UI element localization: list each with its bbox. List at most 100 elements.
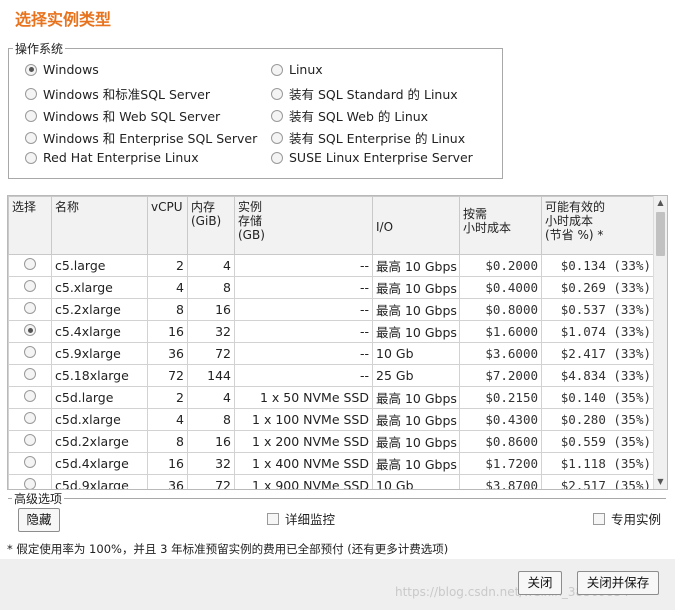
memory-value: 4 (187, 386, 235, 409)
os-option[interactable]: Windows 和 Web SQL Server (25, 106, 220, 125)
table-row[interactable]: c5.4xlarge 16 32 -- 最高 10 Gbps $1.6000 $1.074 … (8, 320, 655, 343)
table-row[interactable]: c5.9xlarge 36 72 -- 10 Gb $3.6000 $2.417 (33%) (8, 342, 655, 365)
os-radio[interactable] (271, 131, 283, 144)
row-select-cell[interactable] (8, 298, 52, 321)
dedicated-instance-checkbox[interactable] (593, 512, 605, 525)
ondemand-cost: $0.8000 (459, 298, 542, 321)
vcpu-value: 36 (147, 342, 188, 365)
row-select-cell[interactable] (8, 430, 52, 453)
row-select-radio[interactable] (24, 302, 36, 314)
col-io-header[interactable]: I/O (372, 196, 460, 255)
row-select-radio[interactable] (24, 280, 36, 292)
row-select-radio[interactable] (24, 346, 36, 358)
io-value: 10 Gb (372, 342, 460, 365)
col-name-header[interactable]: 名称 (51, 196, 148, 255)
hide-button[interactable]: 隐藏 (18, 508, 60, 532)
col-storage-header[interactable]: 实例 存储 (GB) (234, 196, 373, 255)
detailed-monitoring-option[interactable]: 详细监控 (267, 509, 335, 528)
os-option-label: 装有 SQL Enterprise 的 Linux (289, 131, 466, 146)
scroll-up-icon[interactable]: ▲ (654, 197, 667, 209)
row-select-cell[interactable] (8, 386, 52, 409)
col-select-header[interactable]: 选择 (8, 196, 52, 255)
table-row[interactable]: c5d.xlarge 4 8 1 x 100 NVMe SSD 最高 10 Gbps $0… (8, 408, 655, 431)
row-select-cell[interactable] (8, 474, 52, 489)
col-memory-header[interactable]: 内存 (GiB) (187, 196, 235, 255)
ondemand-cost: $0.4000 (459, 276, 542, 299)
row-select-radio[interactable] (24, 368, 36, 380)
col-vcpu-header[interactable]: vCPU (147, 196, 188, 255)
table-scrollbar[interactable]: ▲ ▼ (653, 196, 667, 489)
memory-value: 4 (187, 254, 235, 277)
row-select-cell[interactable] (8, 276, 52, 299)
table-row[interactable]: c5.large 2 4 -- 最高 10 Gbps $0.2000 $0.134 (33%… (8, 254, 655, 277)
vcpu-value: 36 (147, 474, 188, 489)
os-option-label: Windows 和 Enterprise SQL Server (43, 131, 258, 146)
instance-name: c5.18xlarge (51, 364, 148, 387)
row-select-radio[interactable] (24, 390, 36, 402)
os-radio[interactable] (271, 151, 283, 164)
os-option[interactable]: Linux (271, 62, 323, 77)
row-select-radio[interactable] (24, 412, 36, 424)
table-row[interactable]: c5d.9xlarge 36 72 1 x 900 NVMe SSD 10 Gb $3.8… (8, 474, 655, 489)
memory-value: 32 (187, 452, 235, 475)
os-radio[interactable] (25, 131, 37, 144)
close-and-save-button[interactable]: 关闭并保存 (577, 571, 659, 595)
os-option[interactable]: Windows 和 Enterprise SQL Server (25, 128, 257, 147)
os-radio[interactable] (25, 87, 37, 100)
row-select-cell[interactable] (8, 364, 52, 387)
os-option[interactable]: Red Hat Enterprise Linux (25, 150, 199, 165)
effective-cost: $1.074 (33%) (541, 320, 655, 343)
instance-table: 选择 名称 vCPU 内存 (GiB) 实例 存储 (GB) I/O 按需 小时成本 可… (8, 196, 655, 489)
os-radio[interactable] (25, 109, 37, 122)
table-row[interactable]: c5d.4xlarge 16 32 1 x 400 NVMe SSD 最高 10 Gbp… (8, 452, 655, 475)
detailed-monitoring-checkbox[interactable] (267, 512, 279, 525)
dialog-title: 选择实例类型 (15, 10, 112, 29)
table-row[interactable]: c5.18xlarge 72 144 -- 25 Gb $7.2000 $4.834 (33… (8, 364, 655, 387)
vcpu-value: 4 (147, 408, 188, 431)
os-radio[interactable] (271, 63, 283, 76)
ondemand-cost: $7.2000 (459, 364, 542, 387)
col-ondemand-header[interactable]: 按需 小时成本 (459, 196, 542, 255)
os-option[interactable]: 装有 SQL Standard 的 Linux (271, 84, 458, 103)
row-select-radio[interactable] (24, 478, 36, 489)
effective-cost: $0.269 (33%) (541, 276, 655, 299)
ondemand-cost: $3.6000 (459, 342, 542, 365)
row-select-radio[interactable] (24, 434, 36, 446)
instance-table-container: 选择 名称 vCPU 内存 (GiB) 实例 存储 (GB) I/O 按需 小时成本 可… (7, 195, 668, 490)
vcpu-value: 2 (147, 386, 188, 409)
os-radio[interactable] (25, 151, 37, 164)
os-option-label: 装有 SQL Standard 的 Linux (289, 87, 458, 102)
os-radio[interactable] (271, 109, 283, 122)
storage-value: -- (234, 276, 373, 299)
row-select-cell[interactable] (8, 408, 52, 431)
row-select-cell[interactable] (8, 452, 52, 475)
os-legend: 操作系统 (15, 42, 64, 56)
os-option[interactable]: 装有 SQL Web 的 Linux (271, 106, 428, 125)
table-row[interactable]: c5.xlarge 4 8 -- 最高 10 Gbps $0.4000 $0.269 (33… (8, 276, 655, 299)
instance-name: c5.4xlarge (51, 320, 148, 343)
storage-value: -- (234, 364, 373, 387)
os-radio[interactable] (25, 63, 37, 76)
close-button[interactable]: 关闭 (518, 571, 562, 595)
scroll-down-icon[interactable]: ▼ (654, 476, 667, 488)
row-select-radio[interactable] (24, 258, 36, 270)
os-radio[interactable] (271, 87, 283, 100)
table-row[interactable]: c5d.large 2 4 1 x 50 NVMe SSD 最高 10 Gbps $0.2… (8, 386, 655, 409)
scrollbar-thumb[interactable] (656, 212, 665, 256)
os-option[interactable]: SUSE Linux Enterprise Server (271, 150, 473, 165)
row-select-radio[interactable] (24, 324, 36, 336)
os-option-label: 装有 SQL Web 的 Linux (289, 109, 429, 124)
row-select-radio[interactable] (24, 456, 36, 468)
table-row[interactable]: c5d.2xlarge 8 16 1 x 200 NVMe SSD 最高 10 Gbps… (8, 430, 655, 453)
storage-value: -- (234, 320, 373, 343)
table-row[interactable]: c5.2xlarge 8 16 -- 最高 10 Gbps $0.8000 $0.537 (… (8, 298, 655, 321)
col-effective-header[interactable]: 可能有效的 小时成本 (节省 %) * (541, 196, 655, 255)
table-header-row: 选择 名称 vCPU 内存 (GiB) 实例 存储 (GB) I/O 按需 小时成本 可… (8, 196, 655, 255)
os-option[interactable]: 装有 SQL Enterprise 的 Linux (271, 128, 465, 147)
dedicated-instance-option[interactable]: 专用实例 (593, 509, 661, 528)
os-option[interactable]: Windows (25, 62, 99, 77)
row-select-cell[interactable] (8, 320, 52, 343)
os-option[interactable]: Windows 和标准SQL Server (25, 84, 210, 103)
row-select-cell[interactable] (8, 254, 52, 277)
row-select-cell[interactable] (8, 342, 52, 365)
